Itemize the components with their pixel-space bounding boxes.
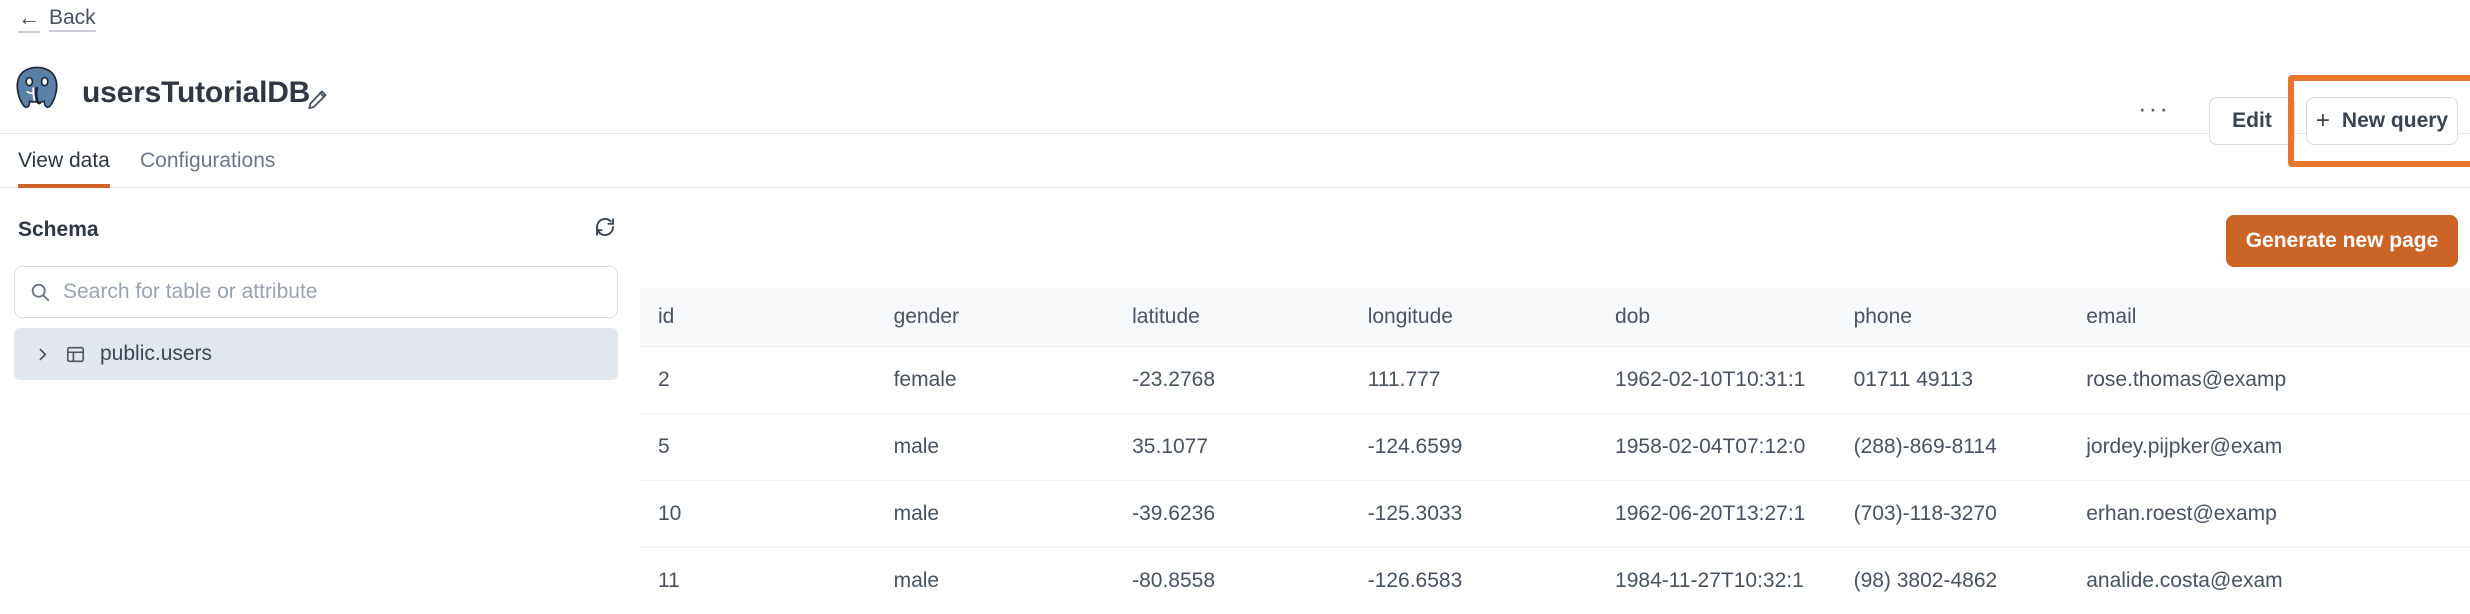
- database-detail-page: ← Back usersTutorialDB ··· Edit + New qu…: [0, 0, 2470, 614]
- cell-latitude: -39.6236: [1114, 480, 1350, 548]
- cell-phone: 01711 49113: [1835, 346, 2069, 414]
- cell-latitude: 35.1077: [1114, 413, 1350, 481]
- cell-latitude: -23.2768: [1114, 346, 1350, 414]
- column-header-email[interactable]: email: [2068, 288, 2470, 347]
- cell-dob: 1962-02-10T10:31:1: [1597, 346, 1836, 414]
- tab-view-data[interactable]: View data: [18, 134, 110, 188]
- cell-id: 5: [640, 413, 876, 481]
- cell-gender: female: [875, 346, 1115, 414]
- cell-gender: male: [875, 413, 1115, 481]
- postgresql-elephant-logo: [14, 64, 60, 112]
- tab-view-data-label: View data: [18, 149, 110, 172]
- cell-dob: 1984-11-27T10:32:1: [1597, 547, 1836, 614]
- table-header-row: id gender latitude longitude dob phone e…: [640, 288, 2470, 347]
- tab-configurations-label: Configurations: [140, 149, 276, 172]
- column-header-longitude[interactable]: longitude: [1349, 288, 1598, 347]
- back-link[interactable]: ← Back: [18, 6, 96, 30]
- cell-gender: male: [875, 547, 1115, 614]
- cell-latitude: -80.8558: [1114, 547, 1350, 614]
- sidebar-item-label: public.users: [100, 342, 213, 365]
- refresh-icon[interactable]: [588, 210, 622, 244]
- cell-longitude: -124.6599: [1349, 413, 1598, 481]
- arrow-left-icon: ←: [18, 5, 40, 30]
- schema-heading: Schema: [18, 218, 99, 241]
- back-label: Back: [49, 6, 96, 29]
- column-header-phone[interactable]: phone: [1835, 288, 2069, 347]
- schema-sidebar: Schema Search for table or attribute pub…: [0, 188, 640, 614]
- table-icon: [65, 344, 86, 365]
- search-input[interactable]: [63, 280, 603, 304]
- column-header-gender[interactable]: gender: [875, 288, 1115, 347]
- back-bar: ← Back: [0, 0, 2470, 42]
- table-row[interactable]: 10 male -39.6236 -125.3033 1962-06-20T13…: [640, 480, 2470, 548]
- generate-new-page-button[interactable]: Generate new page: [2226, 215, 2458, 267]
- edit-button-label: Edit: [2232, 109, 2272, 132]
- cell-gender: male: [875, 480, 1115, 548]
- cell-phone: (288)-869-8114: [1835, 413, 2069, 481]
- tab-bar: View data Configurations: [0, 134, 2470, 188]
- new-query-button-label: New query: [2341, 109, 2449, 132]
- cell-dob: 1958-02-04T07:12:0: [1597, 413, 1836, 481]
- table-row[interactable]: 11 male -80.8558 -126.6583 1984-11-27T10…: [640, 547, 2470, 614]
- cell-phone: (98) 3802-4862: [1835, 547, 2069, 614]
- chevron-right-icon[interactable]: [34, 346, 51, 363]
- cell-email: rose.thomas@examp: [2068, 346, 2470, 414]
- column-header-dob[interactable]: dob: [1597, 288, 1836, 347]
- page-title: usersTutorialDB: [82, 76, 311, 109]
- plus-icon: +: [2315, 107, 2330, 134]
- data-table-scroll-area[interactable]: id gender latitude longitude dob phone e…: [640, 288, 2470, 614]
- table-body: 2 female -23.2768 111.777 1962-02-10T10:…: [640, 346, 2470, 614]
- cell-dob: 1962-06-20T13:27:1: [1597, 480, 1836, 548]
- cell-longitude: -126.6583: [1349, 547, 1598, 614]
- cell-email: jordey.pijpker@exam: [2068, 413, 2470, 481]
- column-header-id[interactable]: id: [640, 288, 876, 347]
- generate-new-page-label: Generate new page: [2245, 229, 2439, 252]
- table-header: id gender latitude longitude dob phone e…: [640, 288, 2470, 347]
- more-options-button[interactable]: ···: [2138, 95, 2170, 121]
- table-row[interactable]: 2 female -23.2768 111.777 1962-02-10T10:…: [640, 346, 2470, 414]
- cell-id: 11: [640, 547, 876, 614]
- search-icon: [29, 281, 51, 303]
- data-panel: Generate new page id gender latitude lon…: [640, 188, 2470, 614]
- schema-search-box[interactable]: [14, 266, 618, 318]
- page-header: usersTutorialDB ··· Edit + New query: [0, 42, 2470, 167]
- cell-email: erhan.roest@examp: [2068, 480, 2470, 548]
- cell-longitude: 111.777: [1349, 346, 1598, 414]
- cell-phone: (703)-118-3270: [1835, 480, 2069, 548]
- sidebar-item-public-users[interactable]: public.users: [14, 328, 618, 380]
- cell-longitude: -125.3033: [1349, 480, 1598, 548]
- tab-configurations[interactable]: Configurations: [140, 134, 275, 188]
- pencil-icon[interactable]: [300, 82, 334, 116]
- column-header-latitude[interactable]: latitude: [1114, 288, 1350, 347]
- table-row[interactable]: 5 male 35.1077 -124.6599 1958-02-04T07:1…: [640, 413, 2470, 481]
- data-table: id gender latitude longitude dob phone e…: [640, 288, 2470, 614]
- cell-email: analide.costa@exam: [2068, 547, 2470, 614]
- cell-id: 2: [640, 346, 876, 414]
- cell-id: 10: [640, 480, 876, 548]
